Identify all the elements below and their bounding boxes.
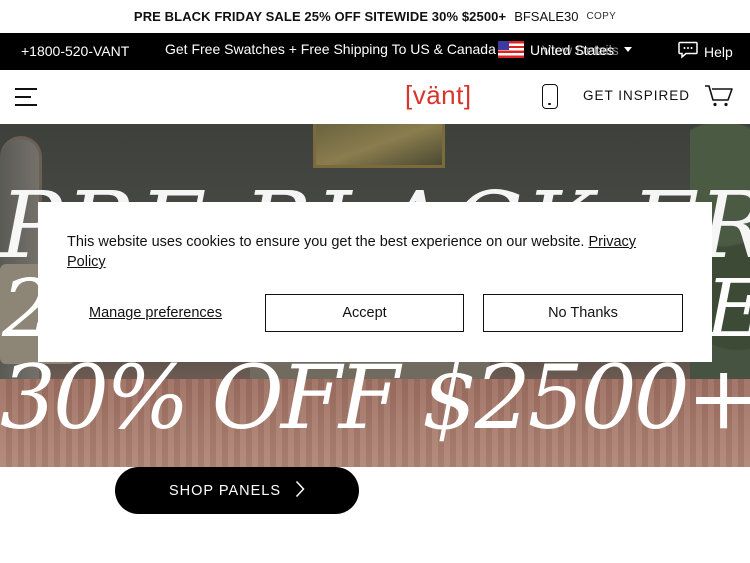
cookie-consent-dialog: This website uses cookies to ensure you … — [38, 202, 712, 362]
hamburger-menu-icon[interactable] — [15, 88, 37, 106]
chevron-right-icon — [295, 480, 305, 502]
accept-button[interactable]: Accept — [265, 294, 464, 332]
us-flag-icon — [498, 41, 524, 58]
promo-code: BFSALE30 — [514, 9, 579, 24]
get-inspired-link[interactable]: GET INSPIRED — [583, 88, 690, 103]
shipping-message: Get Free Swatches + Free Shipping To US … — [165, 41, 496, 57]
help-button[interactable]: Help — [678, 41, 733, 62]
hero-fragment-right: E — [706, 262, 750, 355]
painting-image — [313, 124, 445, 168]
country-label: United States — [530, 41, 615, 58]
cart-icon[interactable] — [704, 84, 734, 113]
mobile-phone-icon[interactable] — [542, 84, 558, 109]
no-thanks-button[interactable]: No Thanks — [483, 294, 683, 332]
cookie-message: This website uses cookies to ensure you … — [67, 232, 677, 272]
chat-bubble-icon — [678, 41, 698, 62]
country-selector[interactable]: United States — [498, 41, 633, 58]
promo-bar: PRE BLACK FRIDAY SALE 25% OFF SITEWIDE 3… — [0, 0, 750, 33]
manage-preferences-link[interactable]: Manage preferences — [89, 305, 222, 321]
promo-headline: PRE BLACK FRIDAY SALE 25% OFF SITEWIDE 3… — [133, 9, 507, 24]
help-label: Help — [704, 43, 733, 60]
phone-number-link[interactable]: +1800-520-VANT — [21, 43, 129, 59]
caret-down-icon — [624, 47, 633, 52]
cookie-text: This website uses cookies to ensure you … — [67, 234, 585, 250]
brand-logo[interactable]: [vänt] — [405, 80, 472, 111]
shop-panels-label: SHOP PANELS — [168, 482, 281, 499]
info-bar: +1800-520-VANT Get Free Swatches + Free … — [0, 33, 750, 70]
site-header: [vänt] GET INSPIRED — [0, 70, 750, 124]
shop-panels-button[interactable]: SHOP PANELS — [115, 467, 359, 514]
copy-code-button[interactable]: COPY — [587, 11, 617, 22]
